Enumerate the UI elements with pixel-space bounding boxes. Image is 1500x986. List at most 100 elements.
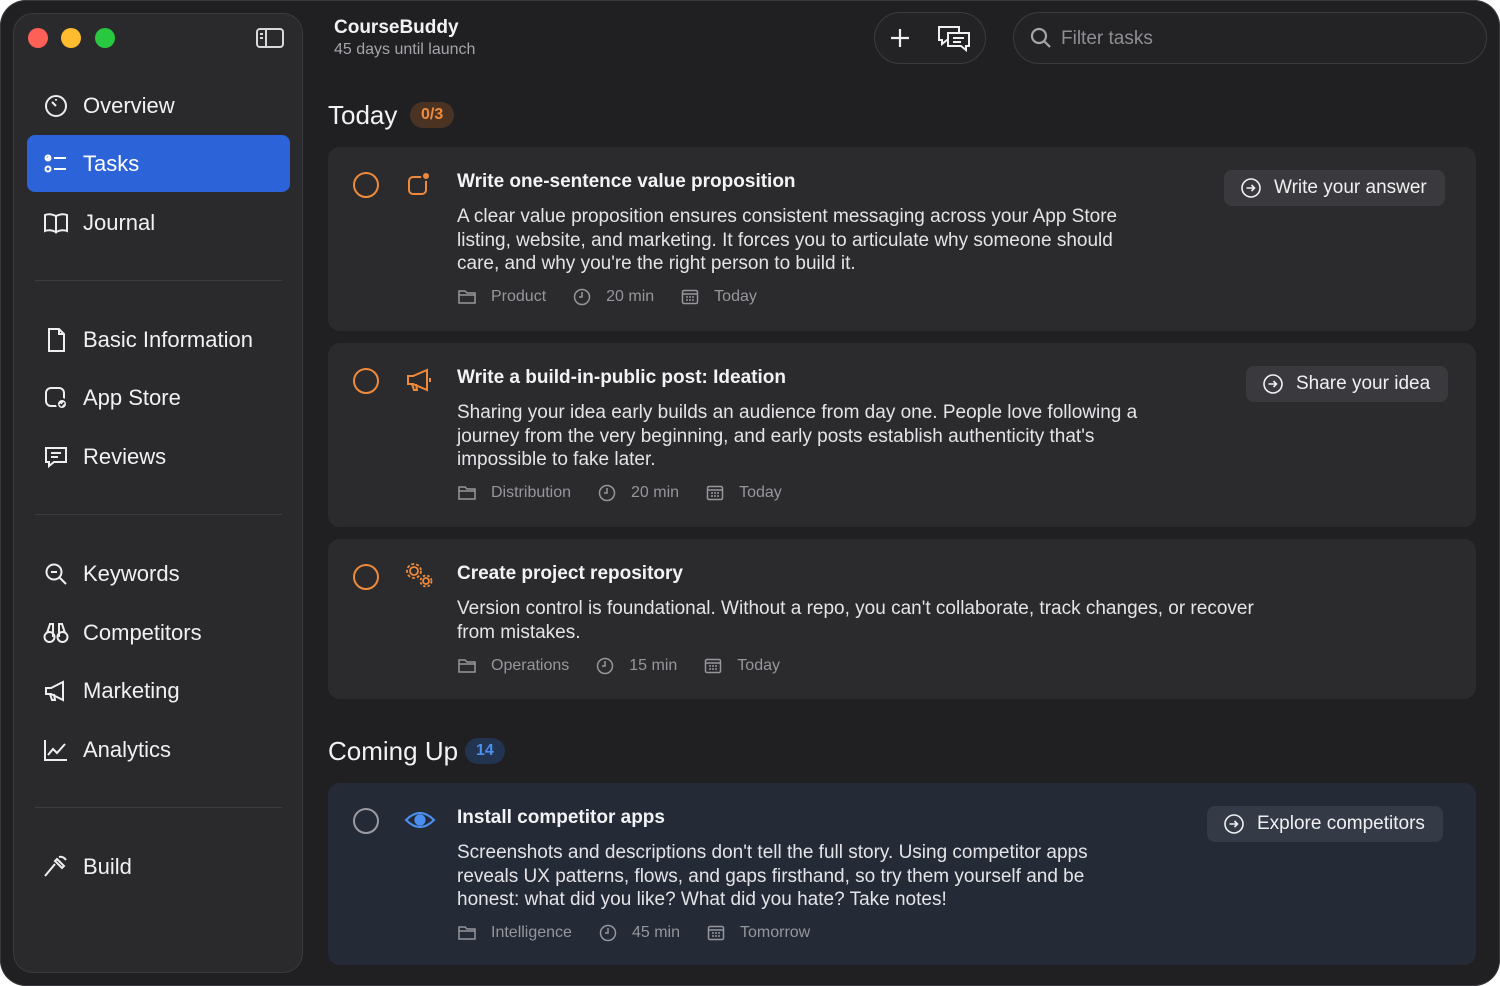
sidebar-item-label: Reviews	[83, 443, 167, 469]
arrow-circle-icon	[1263, 374, 1283, 394]
task-meta: Distribution 20 min Today	[457, 483, 808, 503]
sidebar-divider	[35, 807, 282, 808]
document-icon	[41, 325, 71, 355]
write-your-answer-button[interactable]: Write your answer	[1224, 170, 1445, 206]
task-category: Product	[491, 288, 547, 305]
task-complete-checkbox[interactable]	[353, 564, 379, 590]
sidebar-item-label: Overview	[83, 92, 175, 118]
today-count-badge: 0/3	[410, 102, 455, 128]
task-title: Write one-sentence value proposition	[457, 171, 796, 192]
app-title: CourseBuddy	[334, 17, 459, 38]
sidebar-item-label: App Store	[83, 384, 181, 410]
task-card: Create project repository Version contro…	[328, 539, 1476, 699]
folder-icon	[458, 659, 476, 673]
calendar-icon	[707, 925, 725, 941]
sidebar-item-competitors[interactable]: Competitors	[27, 604, 290, 661]
message-icon	[41, 442, 71, 472]
task-duration: 20 min	[631, 484, 680, 501]
task-due: Today	[737, 657, 780, 674]
task-complete-checkbox[interactable]	[353, 172, 379, 198]
sidebar-item-label: Tasks	[83, 150, 140, 176]
sidebar-item-keywords[interactable]: Keywords	[27, 545, 290, 602]
megaphone-icon	[41, 676, 71, 706]
explore-competitors-button[interactable]: Explore competitors	[1207, 806, 1443, 842]
zoom-window-button[interactable]	[95, 28, 115, 48]
sidebar-item-tasks[interactable]: Tasks	[27, 135, 290, 192]
clock-icon	[599, 924, 617, 942]
folder-icon	[458, 290, 476, 304]
close-window-button[interactable]	[28, 28, 48, 48]
arrow-circle-icon	[1224, 814, 1244, 834]
sidebar-item-label: Competitors	[83, 619, 202, 645]
calendar-icon	[705, 658, 722, 674]
clock-icon	[598, 484, 616, 502]
add-task-button[interactable]	[882, 22, 918, 54]
sidebar-item-label: Keywords	[83, 560, 180, 586]
gears-icon	[404, 561, 434, 591]
chat-bubbles-icon	[938, 26, 970, 53]
chart-icon	[41, 735, 71, 765]
chat-button[interactable]	[936, 22, 972, 54]
app-store-icon	[41, 383, 71, 413]
task-due: Tomorrow	[739, 924, 811, 941]
sidebar-item-overview[interactable]: Overview	[27, 77, 290, 134]
sidebar-item-analytics[interactable]: Analytics	[27, 721, 290, 778]
magnifier-icon	[41, 559, 71, 589]
calendar-icon	[681, 289, 699, 305]
sidebar-item-label: Basic Information	[83, 326, 253, 352]
task-duration: 45 min	[631, 924, 680, 941]
task-card: Write one-sentence value proposition A c…	[328, 147, 1476, 331]
today-heading: Today	[328, 100, 398, 130]
minimize-window-button[interactable]	[61, 28, 81, 48]
app-badge-icon	[404, 169, 434, 199]
sidebar-item-label: Analytics	[83, 736, 172, 762]
launch-countdown: 45 days until launch	[334, 41, 476, 58]
search-input[interactable]	[1059, 20, 1463, 58]
share-your-idea-button[interactable]: Share your idea	[1246, 366, 1449, 402]
search-icon	[1030, 27, 1051, 48]
gauge-icon	[41, 91, 71, 121]
plus-icon	[891, 29, 909, 47]
coming-up-count-badge: 14	[465, 738, 505, 764]
task-due: Today	[714, 288, 757, 305]
clock-icon	[597, 657, 614, 675]
task-description: Sharing your idea early builds an audien…	[457, 402, 1138, 470]
binoculars-icon	[41, 618, 71, 648]
checklist-icon	[41, 149, 71, 179]
sidebar-divider	[35, 514, 282, 515]
task-due: Today	[739, 484, 782, 501]
filter-tasks-search	[1013, 12, 1487, 64]
hammer-icon	[41, 852, 71, 882]
toolbar-button-group	[874, 12, 986, 64]
task-description: A clear value proposition ensures consis…	[457, 206, 1118, 274]
sidebar-item-journal[interactable]: Journal	[27, 194, 290, 251]
sidebar-item-label: Journal	[83, 209, 156, 235]
task-card: Write a build-in-public post: Ideation S…	[328, 343, 1476, 527]
task-complete-checkbox[interactable]	[353, 808, 379, 834]
task-description: Screenshots and descriptions don't tell …	[457, 842, 1088, 910]
task-category: Operations	[491, 657, 570, 674]
task-category: Distribution	[491, 484, 572, 501]
task-title: Create project repository	[457, 563, 683, 584]
megaphone-icon	[404, 365, 434, 395]
sidebar-item-marketing[interactable]: Marketing	[27, 662, 290, 719]
task-complete-checkbox[interactable]	[353, 368, 379, 394]
task-title: Install competitor apps	[457, 807, 665, 828]
sidebar-item-build[interactable]: Build	[27, 838, 290, 895]
task-meta: Operations 15 min Today	[457, 656, 806, 676]
task-meta: Intelligence 45 min Tomorrow	[457, 923, 836, 943]
folder-icon	[458, 926, 476, 940]
sidebar-item-reviews[interactable]: Reviews	[27, 428, 290, 485]
sidebar-item-label: Marketing	[83, 677, 180, 703]
sidebar-item-app-store[interactable]: App Store	[27, 369, 290, 426]
sidebar-item-label: Build	[83, 853, 132, 879]
task-description: Version control is foundational. Without…	[457, 598, 1254, 643]
task-duration: 15 min	[629, 657, 678, 674]
coming-up-heading: Coming Up	[328, 736, 459, 766]
sidebar-item-basic-information[interactable]: Basic Information	[27, 311, 290, 368]
task-title: Write a build-in-public post: Ideation	[457, 367, 786, 388]
sidebar-toggle-icon[interactable]	[255, 26, 285, 50]
eye-icon	[404, 805, 436, 835]
task-category: Intelligence	[491, 924, 572, 941]
calendar-icon	[706, 485, 724, 501]
